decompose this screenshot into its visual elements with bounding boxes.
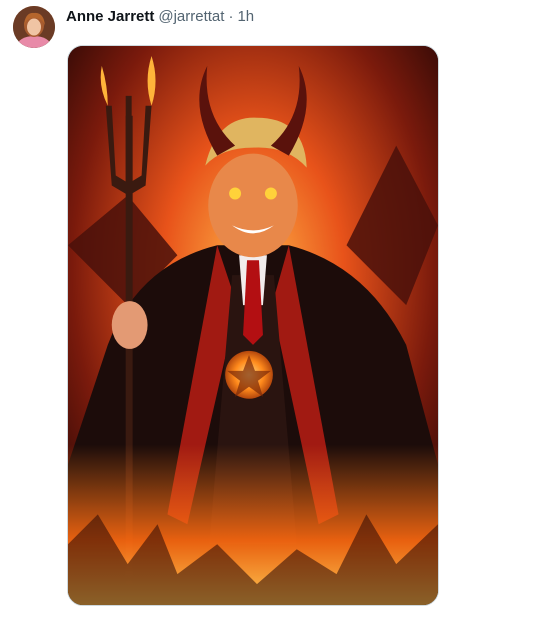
tweet-header: Anne Jarrett @jarrettat · 1h	[66, 7, 254, 27]
tweet-media-image[interactable]	[67, 45, 439, 606]
tweet[interactable]: Anne Jarrett @jarrettat · 1h	[0, 0, 560, 617]
avatar-image	[13, 6, 55, 48]
author-handle[interactable]: @jarrettat	[158, 7, 224, 27]
separator-dot: ·	[228, 8, 234, 25]
image-icon	[68, 46, 438, 605]
avatar[interactable]	[13, 6, 55, 48]
timestamp[interactable]: 1h	[237, 7, 254, 27]
author-name[interactable]: Anne Jarrett	[66, 7, 154, 27]
